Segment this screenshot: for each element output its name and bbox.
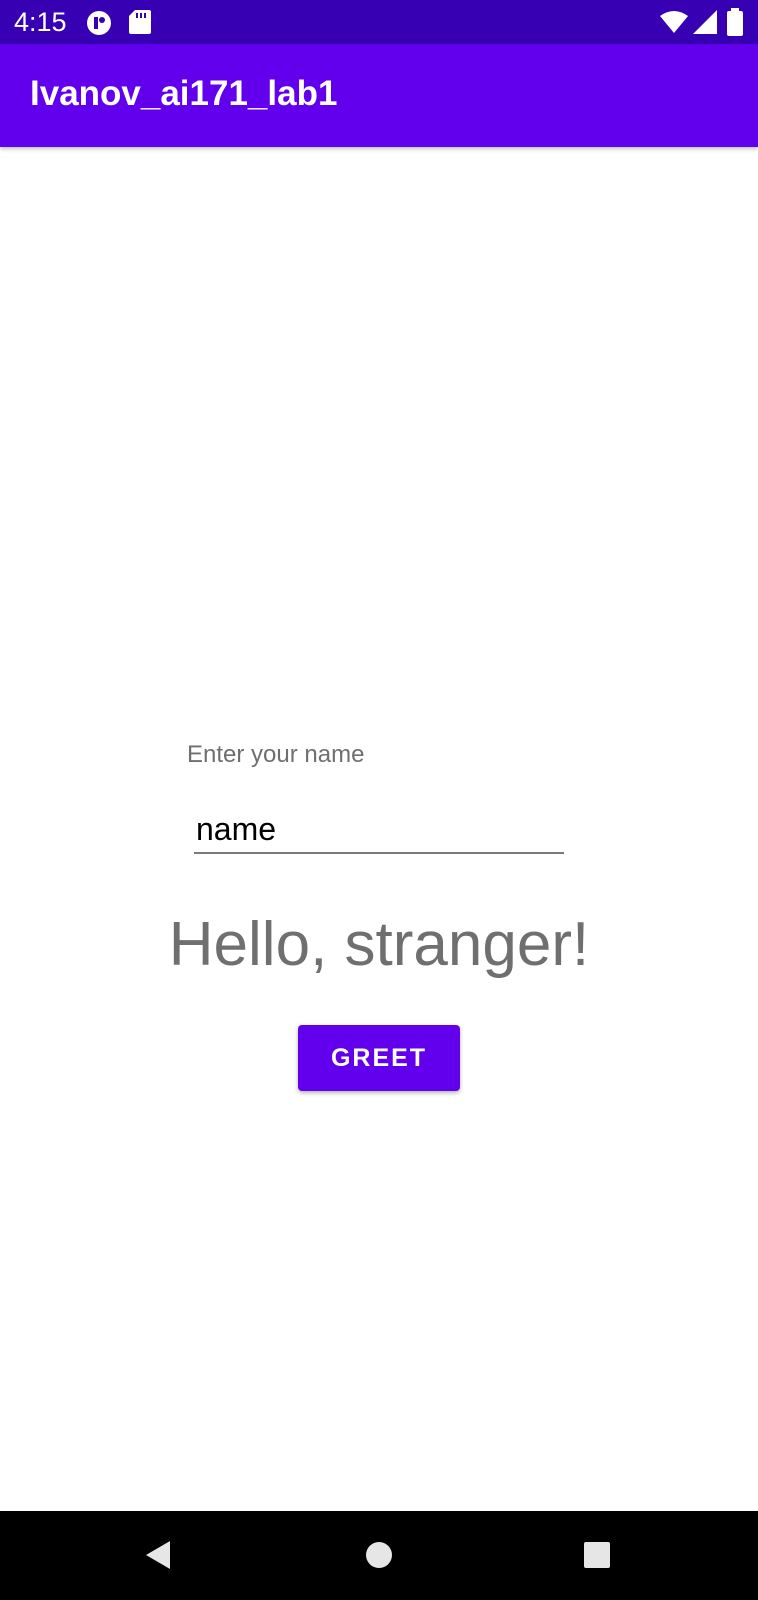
greet-button[interactable]: GREET [298, 1025, 460, 1091]
sd-card-icon [129, 10, 151, 39]
cell-signal-icon [693, 10, 717, 39]
enter-name-label: Enter your name [187, 741, 365, 768]
notification-app-icon [86, 10, 112, 41]
app-screen: 4:15 Ivanov_ai171_lab1 Enter your name n… [0, 0, 758, 1600]
recents-icon[interactable] [569, 1527, 625, 1583]
wifi-icon [660, 10, 688, 39]
app-title: Ivanov_ai171_lab1 [30, 74, 338, 113]
status-bar: 4:15 [0, 0, 758, 44]
navigation-bar [0, 1511, 758, 1600]
back-icon[interactable] [130, 1527, 186, 1583]
greeting-text: Hello, stranger! [168, 910, 590, 979]
app-bar: Ivanov_ai171_lab1 [0, 44, 758, 147]
home-icon[interactable] [351, 1527, 407, 1583]
name-input[interactable] [194, 806, 564, 854]
status-time: 4:15 [14, 7, 67, 37]
battery-icon [727, 8, 743, 41]
